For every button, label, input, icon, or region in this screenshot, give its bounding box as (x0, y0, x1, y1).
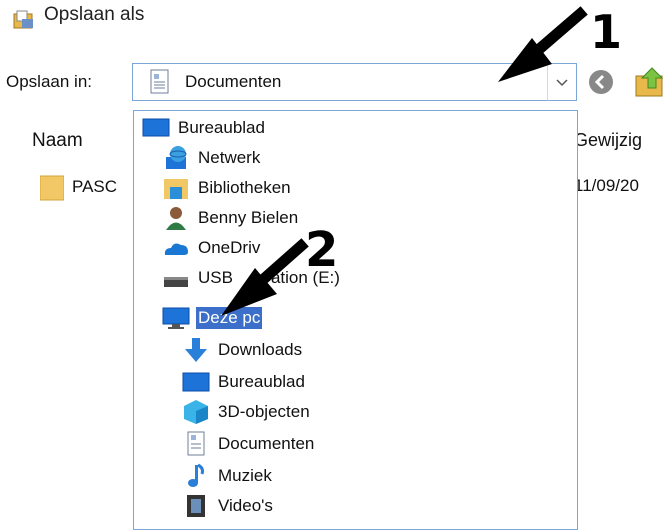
up-folder-icon[interactable] (632, 64, 669, 98)
annotation-arrow-2 (221, 238, 309, 316)
save-in-dropdown-list[interactable]: Bureaublad Netwerk Bibliotheken Benny Bi… (133, 110, 578, 530)
libraries-icon (164, 179, 188, 199)
file-modified: 11/09/20 (574, 176, 639, 195)
dropdown-item-benny-bielen[interactable]: Benny Bielen (162, 203, 300, 233)
dropdown-item-bibliotheken[interactable]: Bibliotheken (162, 173, 293, 203)
usb-drive-icon (164, 277, 188, 287)
file-name[interactable]: PASC (72, 177, 117, 197)
folder-icon (40, 175, 64, 201)
dropdown-item-bureaublad-sub[interactable]: Bureaublad (182, 367, 307, 397)
user-icon (166, 207, 186, 230)
documents-icon (187, 431, 205, 456)
annotation-arrow-1 (498, 6, 588, 82)
dropdown-item-muziek[interactable]: Muziek (182, 461, 274, 491)
dropdown-item-netwerk[interactable]: Netwerk (162, 143, 262, 173)
dropdown-item-videos[interactable]: Video's (182, 491, 275, 521)
annotation-marker-1: 1 (590, 5, 623, 59)
desktop-icon (142, 118, 170, 137)
dropdown-item-3d-objecten[interactable]: 3D-objecten (182, 397, 312, 427)
music-icon (188, 463, 204, 487)
dropdown-item-downloads[interactable]: Downloads (182, 335, 304, 365)
back-icon[interactable] (588, 69, 614, 95)
save-dialog-icon (13, 10, 33, 29)
save-in-label: Opslaan in: (6, 72, 92, 91)
3d-objects-icon (184, 400, 208, 424)
onedrive-icon (164, 243, 188, 255)
column-modified-header[interactable]: Gewijzig (574, 130, 642, 151)
videos-icon (187, 495, 205, 517)
save-in-value: Documenten (185, 72, 282, 91)
downloads-icon (185, 338, 207, 362)
column-name-header[interactable]: Naam (32, 130, 83, 152)
this-pc-icon (162, 307, 190, 329)
dropdown-item-bureaublad[interactable]: Bureaublad (142, 113, 267, 143)
desktop-icon (182, 372, 210, 392)
annotation-marker-2: 2 (305, 222, 339, 278)
documents-icon (150, 69, 169, 94)
dropdown-item-documenten[interactable]: Documenten (182, 429, 316, 459)
window-title: Opslaan als (44, 4, 145, 25)
network-icon (166, 146, 187, 169)
